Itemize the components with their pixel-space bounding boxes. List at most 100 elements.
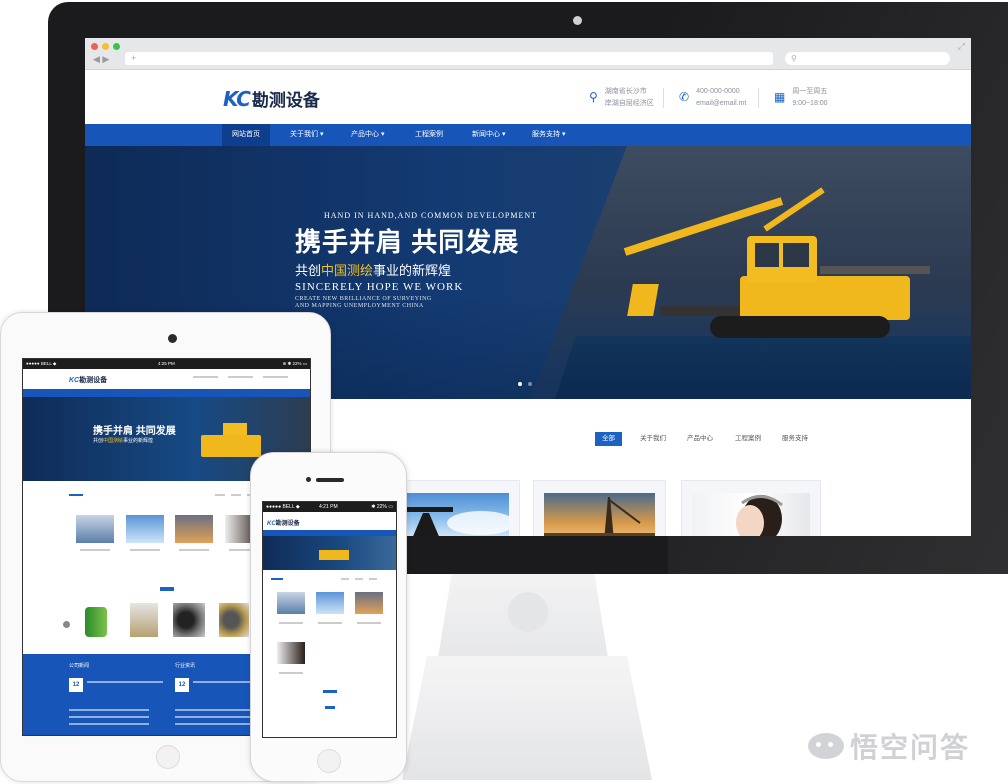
case-card[interactable]: [533, 480, 666, 536]
divider: [758, 88, 759, 108]
phone-icon: ✆: [679, 90, 690, 104]
nav-news[interactable]: 新闻中心 ▾: [462, 124, 515, 146]
phone-logo-mark: KC: [267, 521, 276, 527]
carousel-dots: [518, 382, 532, 386]
tablet-prev-arrow-icon[interactable]: [63, 621, 70, 628]
site-header: KC 勘测设备 ⚲ 湖南省长沙市 岸湖自屈经济区 ✆ 400-000-0000 em…: [85, 70, 971, 124]
tablet-news-item[interactable]: [175, 709, 255, 711]
phone-thumb-site[interactable]: [355, 592, 383, 614]
tablet-industry-news-label: 行业资讯: [175, 663, 196, 669]
tablet-header-info: [263, 376, 288, 378]
tablet-news-item[interactable]: [175, 723, 255, 725]
close-window-icon[interactable]: [91, 43, 98, 50]
address-bar[interactable]: +: [125, 52, 773, 65]
phone-thumb-service[interactable]: [277, 642, 305, 664]
tablet-thumb-oilpump[interactable]: [126, 515, 164, 543]
tablet-news-item[interactable]: [69, 709, 149, 711]
phone-thumb-oilpump[interactable]: [316, 592, 344, 614]
phone-section-title: [271, 578, 283, 580]
divider: [663, 88, 664, 108]
nav-products[interactable]: 产品中心 ▾: [341, 124, 394, 146]
logo-name: 勘测设备: [251, 91, 320, 110]
phone-device: ●●●●● BELL ◆ 4:21 PM ✱ 22% ▭ KC勘测设备: [250, 452, 407, 782]
phone-more-button[interactable]: [323, 690, 337, 693]
tablet-thumb-site[interactable]: [175, 515, 213, 543]
address-line2: 岸湖自屈经济区: [604, 100, 654, 107]
tablet-nav[interactable]: [23, 389, 310, 397]
banner-subtitle: 共创中国测绘事业的新辉煌: [295, 260, 451, 279]
banner-sub-pre: 共创: [295, 263, 322, 278]
watermark: 悟空问答: [808, 726, 970, 766]
back-forward-icon[interactable]: ◀ ▶: [93, 54, 109, 65]
tablet-product-coupling[interactable]: [219, 603, 249, 637]
oil-pump-silhouette: [401, 507, 509, 536]
tablet-product-barrel[interactable]: [85, 607, 107, 637]
tablet-site-header: KC勘测设备: [23, 369, 310, 389]
search-icon: ⚲: [791, 54, 797, 63]
carousel-dot[interactable]: [528, 382, 532, 386]
nav-home[interactable]: 网站首页: [222, 124, 270, 146]
phone-speaker: [316, 478, 344, 482]
nav-service[interactable]: 服务支持 ▾: [522, 124, 575, 146]
drilling-machine-image: [620, 187, 930, 356]
tablet-thumb-caption: [130, 549, 160, 551]
banner-en-top: HAND IN HAND,AND COMMON DEVELOPMENT: [324, 211, 537, 220]
service-agent-silhouette: [736, 495, 783, 536]
maximize-window-icon[interactable]: [113, 43, 120, 50]
phone-thumb-team[interactable]: [277, 592, 305, 614]
fullscreen-icon[interactable]: ⤢: [958, 41, 965, 52]
phone-filter-tab[interactable]: [355, 578, 363, 580]
tablet-news-date: 12: [69, 678, 83, 692]
machine-track: [710, 316, 890, 338]
filter-tab-all[interactable]: 全部: [595, 432, 622, 446]
machine-drill: [660, 306, 750, 316]
browser-search-input[interactable]: ⚲: [785, 52, 950, 65]
oil-pump-image: [401, 493, 509, 536]
tablet-logo[interactable]: KC勘测设备: [69, 375, 107, 385]
tablet-product-drillbit[interactable]: [173, 603, 205, 637]
phone-camera: [306, 477, 311, 482]
tablet-section-title: [69, 494, 83, 496]
phone-filter-tab[interactable]: [341, 578, 349, 580]
tablet-thumb-team[interactable]: [76, 515, 114, 543]
phone-home-button[interactable]: [317, 749, 341, 773]
calendar-icon: ▦: [774, 90, 786, 104]
filter-tab-products[interactable]: 产品中心: [680, 432, 720, 446]
nav-about[interactable]: 关于我们 ▾: [280, 124, 333, 146]
phone-status-bar: ●●●●● BELL ◆ 4:21 PM ✱ 22% ▭: [263, 502, 396, 512]
phone-filter-tab[interactable]: [369, 578, 377, 580]
nav-cases[interactable]: 工程案例: [405, 124, 453, 146]
filter-tab-cases[interactable]: 工程案例: [728, 432, 768, 446]
filter-tab-service[interactable]: 服务支持: [775, 432, 815, 446]
tablet-logo-mark: KC: [69, 377, 80, 384]
monitor-stand-logo: [508, 592, 548, 632]
filter-tab-about[interactable]: 关于我们: [633, 432, 673, 446]
tablet-filter-tab[interactable]: [215, 494, 225, 496]
monitor-stand-base: [402, 656, 652, 780]
case-card[interactable]: [390, 480, 520, 536]
tablet-machine-image: [201, 435, 261, 457]
tablet-logo-name: 勘测设备: [79, 377, 108, 384]
phone-banner[interactable]: [263, 536, 396, 570]
phone-logo[interactable]: KC勘测设备: [267, 518, 300, 527]
tablet-header-info: [193, 376, 218, 378]
phone-battery: ✱ 22% ▭: [371, 504, 393, 510]
banner-title: 携手并肩 共同发展: [295, 227, 520, 257]
header-phone: ✆ 400-000-0000 email@email.mt: [663, 86, 746, 110]
minimize-window-icon[interactable]: [102, 43, 109, 50]
tablet-filter-tab[interactable]: [231, 494, 241, 496]
tablet-news-item[interactable]: [175, 716, 255, 718]
machine-crane: [627, 284, 659, 316]
tablet-company-news-label: 公司新闻: [69, 663, 90, 669]
site-logo[interactable]: KC 勘测设备: [223, 86, 320, 111]
case-card[interactable]: [681, 480, 821, 536]
carousel-dot-active[interactable]: [518, 382, 522, 386]
address-line1: 湖南省长沙市: [604, 88, 647, 95]
tablet-news-item[interactable]: [69, 716, 149, 718]
tablet-news-headline[interactable]: [87, 681, 163, 683]
new-tab-icon[interactable]: +: [131, 53, 136, 63]
tablet-product-rig[interactable]: [130, 603, 158, 637]
tablet-news-item[interactable]: [69, 723, 149, 725]
tablet-more-button[interactable]: [160, 587, 174, 591]
tablet-home-button[interactable]: [156, 745, 180, 769]
